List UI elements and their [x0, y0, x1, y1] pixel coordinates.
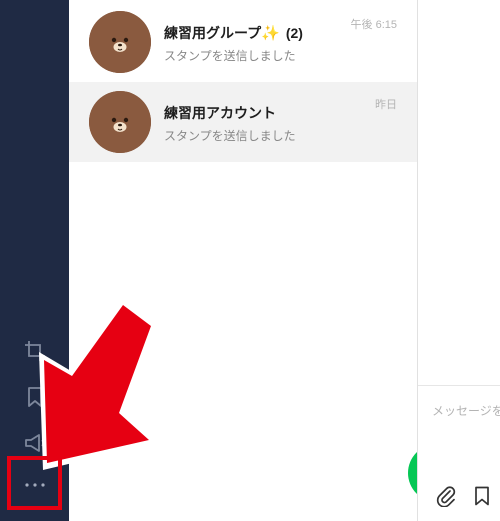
annotation-arrow [39, 299, 158, 470]
annotation-highlight-box [7, 456, 62, 510]
